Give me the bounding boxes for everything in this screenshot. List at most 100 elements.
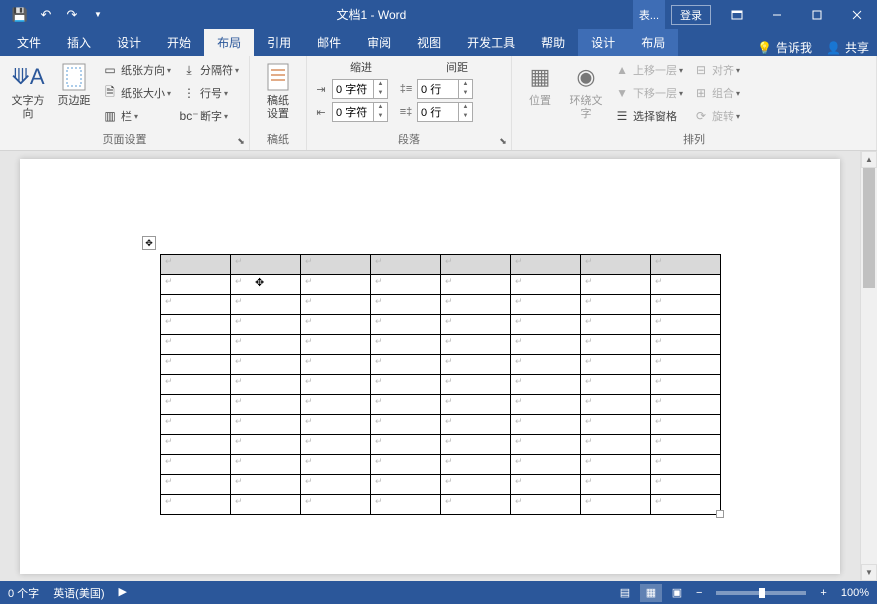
table-cell[interactable]: ↵ (651, 335, 721, 355)
wrap-text-button[interactable]: ◉ 环绕文字 (564, 59, 608, 123)
table-row[interactable]: ↵↵↵↵↵↵↵↵ (161, 355, 721, 375)
tab-insert[interactable]: 插入 (54, 29, 104, 56)
columns-button[interactable]: ▥栏▾ (98, 105, 175, 127)
table-cell[interactable]: ↵ (651, 375, 721, 395)
table-cell[interactable]: ↵ (231, 315, 301, 335)
minimize-button[interactable] (757, 0, 797, 29)
table-cell[interactable]: ↵ (161, 435, 231, 455)
table-cell[interactable]: ↵ (301, 335, 371, 355)
document-table[interactable]: ↵↵↵↵↵↵↵↵↵↵↵↵↵↵↵↵↵↵↵↵↵↵↵↵↵↵↵↵↵↵↵↵↵↵↵↵↵↵↵↵… (160, 254, 721, 515)
table-cell[interactable]: ↵ (441, 375, 511, 395)
tab-table-design[interactable]: 设计 (578, 29, 628, 56)
table-cell[interactable]: ↵ (161, 475, 231, 495)
size-button[interactable]: 🗎纸张大小▾ (98, 82, 175, 104)
tab-design[interactable]: 设计 (104, 29, 154, 56)
document-scroll[interactable]: ✥ ↵↵↵↵↵↵↵↵↵↵↵↵↵↵↵↵↵↵↵↵↵↵↵↵↵↵↵↵↵↵↵↵↵↵↵↵↵↵… (0, 151, 860, 581)
space-after-input[interactable]: 0 行▲▼ (417, 102, 473, 122)
tab-help[interactable]: 帮助 (528, 29, 578, 56)
tab-review[interactable]: 审阅 (354, 29, 404, 56)
table-cell[interactable]: ↵ (301, 275, 371, 295)
table-cell[interactable]: ↵ (231, 295, 301, 315)
table-cell[interactable]: ↵ (231, 455, 301, 475)
orientation-button[interactable]: ▭纸张方向▾ (98, 59, 175, 81)
maximize-button[interactable] (797, 0, 837, 29)
vertical-scrollbar[interactable]: ▲ ▼ (860, 151, 877, 581)
table-cell[interactable]: ↵ (371, 395, 441, 415)
word-count[interactable]: 0 个字 (8, 585, 39, 601)
table-cell[interactable]: ↵ (581, 315, 651, 335)
table-row[interactable]: ↵↵↵↵↵↵↵↵ (161, 335, 721, 355)
table-cell[interactable]: ↵ (161, 415, 231, 435)
indent-right-input[interactable]: 0 字符▲▼ (332, 102, 388, 122)
table-row[interactable]: ↵↵↵↵↵↵↵↵ (161, 435, 721, 455)
table-cell[interactable]: ↵ (231, 335, 301, 355)
table-cell[interactable]: ↵ (301, 435, 371, 455)
indent-left-input[interactable]: 0 字符▲▼ (332, 79, 388, 99)
tab-table-layout[interactable]: 布局 (628, 29, 678, 56)
view-read-button[interactable]: ▤ (614, 584, 636, 602)
zoom-level[interactable]: 100% (841, 587, 869, 599)
table-cell[interactable]: ↵ (371, 315, 441, 335)
table-cell[interactable]: ↵ (371, 495, 441, 515)
undo-button[interactable]: ↶ (34, 3, 58, 27)
zoom-out-button[interactable]: − (692, 587, 706, 599)
table-cell[interactable]: ↵ (511, 475, 581, 495)
table-row[interactable]: ↵↵↵↵↵↵↵↵ (161, 255, 721, 275)
table-cell[interactable]: ↵ (231, 395, 301, 415)
table-cell[interactable]: ↵ (511, 335, 581, 355)
table-cell[interactable]: ↵ (441, 295, 511, 315)
table-cell[interactable]: ↵ (581, 475, 651, 495)
tab-home[interactable]: 开始 (154, 29, 204, 56)
ribbon-options-button[interactable] (717, 0, 757, 29)
share-button[interactable]: 👤共享 (826, 39, 869, 56)
table-row[interactable]: ↵↵↵↵↵↵↵↵ (161, 475, 721, 495)
breaks-button[interactable]: ⤓分隔符▾ (177, 59, 243, 81)
table-cell[interactable]: ↵ (651, 455, 721, 475)
table-cell[interactable]: ↵ (511, 355, 581, 375)
table-cell[interactable]: ↵ (441, 275, 511, 295)
table-cell[interactable]: ↵ (441, 355, 511, 375)
tab-mailings[interactable]: 邮件 (304, 29, 354, 56)
table-row[interactable]: ↵↵↵↵↵↵↵↵ (161, 275, 721, 295)
table-cell[interactable]: ↵ (371, 455, 441, 475)
table-cell[interactable]: ↵ (301, 415, 371, 435)
table-cell[interactable]: ↵ (371, 335, 441, 355)
table-cell[interactable]: ↵ (231, 375, 301, 395)
table-cell[interactable]: ↵ (581, 455, 651, 475)
manuscript-button[interactable]: 稿纸 设置 (256, 59, 300, 123)
table-cell[interactable]: ↵ (231, 255, 301, 275)
table-cell[interactable]: ↵ (651, 495, 721, 515)
table-cell[interactable]: ↵ (161, 255, 231, 275)
table-cell[interactable]: ↵ (301, 255, 371, 275)
text-direction-button[interactable]: ⟱A 文字方向 (6, 59, 50, 123)
table-cell[interactable]: ↵ (581, 295, 651, 315)
table-cell[interactable]: ↵ (371, 275, 441, 295)
table-move-handle[interactable]: ✥ (142, 236, 156, 250)
table-cell[interactable]: ↵ (231, 435, 301, 455)
tab-layout[interactable]: 布局 (204, 29, 254, 56)
table-cell[interactable]: ↵ (161, 455, 231, 475)
table-cell[interactable]: ↵ (161, 495, 231, 515)
line-numbers-button[interactable]: ⋮行号▾ (177, 82, 243, 104)
table-cell[interactable]: ↵ (651, 295, 721, 315)
table-cell[interactable]: ↵ (161, 355, 231, 375)
table-cell[interactable]: ↵ (651, 415, 721, 435)
table-cell[interactable]: ↵ (511, 255, 581, 275)
tab-references[interactable]: 引用 (254, 29, 304, 56)
table-cell[interactable]: ↵ (371, 435, 441, 455)
table-cell[interactable]: ↵ (161, 375, 231, 395)
table-cell[interactable]: ↵ (511, 395, 581, 415)
macro-status[interactable]: ▶ (119, 585, 127, 601)
table-cell[interactable]: ↵ (371, 295, 441, 315)
table-cell[interactable]: ↵ (161, 295, 231, 315)
table-cell[interactable]: ↵ (651, 435, 721, 455)
scroll-thumb[interactable] (863, 168, 875, 288)
login-button[interactable]: 登录 (671, 5, 711, 25)
table-cell[interactable]: ↵ (511, 375, 581, 395)
table-cell[interactable]: ↵ (161, 335, 231, 355)
table-cell[interactable]: ↵ (441, 495, 511, 515)
close-button[interactable] (837, 0, 877, 29)
table-row[interactable]: ↵↵↵↵↵↵↵↵ (161, 495, 721, 515)
table-cell[interactable]: ↵ (161, 275, 231, 295)
tab-file[interactable]: 文件 (4, 29, 54, 56)
